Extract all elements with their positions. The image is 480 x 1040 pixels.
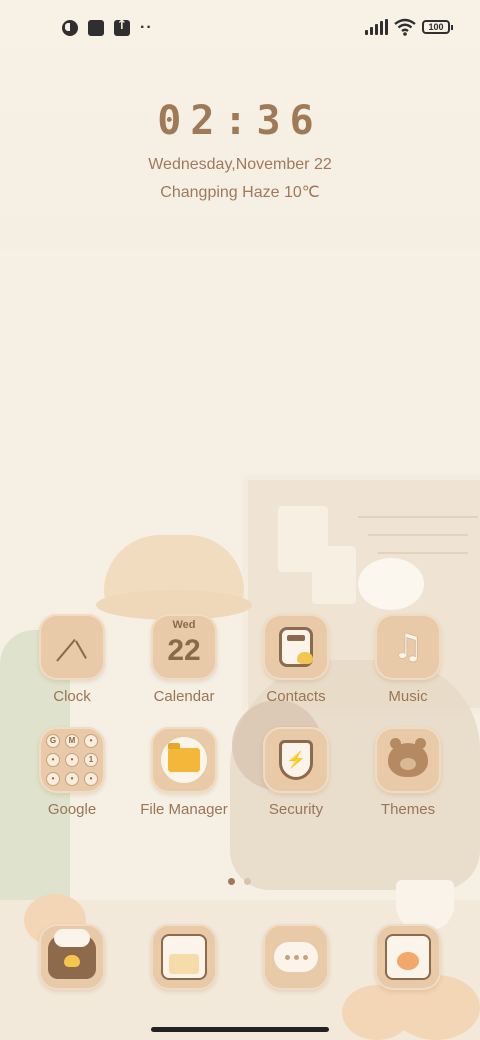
music-icon[interactable]: ♫ [375,614,441,680]
phone-icon[interactable] [39,924,105,990]
clock-widget-date: Wednesday,November 22 [148,156,332,173]
home-indicator[interactable] [151,1027,329,1032]
calendar-date: 22 [167,634,201,667]
dock-camera[interactable] [352,924,464,990]
app-google-folder[interactable]: G M • • • 1 • • • Google [16,727,128,818]
signal-icon [365,19,388,35]
app-file-manager[interactable]: File Manager [128,727,240,818]
folder-app-icon: M [65,734,79,748]
dock [16,924,464,990]
calendar-icon[interactable]: Wed 22 [151,614,217,680]
clock-widget-time[interactable]: 02:36 [0,98,480,144]
dock-messages[interactable] [240,924,352,990]
folder-app-icon: • [65,772,79,786]
folder-app-icon: • [84,772,98,786]
folder-app-icon: • [65,753,79,767]
bear-icon[interactable] [375,727,441,793]
upload-icon [114,18,130,36]
app-grid: Clock Wed 22 Calendar Contacts ♫ Music G… [16,614,464,818]
clock-icon[interactable] [39,614,105,680]
folder-app-icon: 1 [84,753,98,767]
app-label: Security [268,801,324,818]
app-label: File Manager [140,801,228,818]
app-calendar[interactable]: Wed 22 Calendar [128,614,240,705]
app-clock[interactable]: Clock [16,614,128,705]
app-security[interactable]: ⚡ Security [240,727,352,818]
messages-icon[interactable] [263,924,329,990]
app-label: Calendar [153,688,215,705]
wifi-icon [394,18,416,36]
app-label: Contacts [266,688,326,705]
page-dot[interactable] [244,878,251,885]
dock-phone[interactable] [16,924,128,990]
app-themes[interactable]: Themes [352,727,464,818]
dock-gallery[interactable] [128,924,240,990]
folder-icon[interactable] [151,727,217,793]
weather-info[interactable]: Changping Haze 10℃ [0,182,480,202]
app-label: Clock [53,688,91,705]
app-contacts[interactable]: Contacts [240,614,352,705]
folder-app-icon: • [46,753,60,767]
app-label: Themes [380,801,436,818]
contacts-icon[interactable] [263,614,329,680]
folder-app-icon: G [46,734,60,748]
folder-app-icon: • [84,734,98,748]
app-label: Music [388,688,428,705]
page-dot-active[interactable] [228,878,235,885]
google-folder-icon[interactable]: G M • • • 1 • • • [39,727,105,793]
calendar-day: Wed [172,619,196,631]
status-bar: ·· 100 [0,0,480,56]
shield-icon[interactable]: ⚡ [263,727,329,793]
square-app-icon [88,20,104,36]
page-indicator[interactable] [228,878,251,885]
gallery-icon[interactable] [151,924,217,990]
notification-circle-icon [62,20,78,36]
battery-icon: 100 [422,20,453,34]
app-music[interactable]: ♫ Music [352,614,464,705]
camera-icon[interactable] [375,924,441,990]
more-notifications-icon: ·· [140,19,153,36]
folder-app-icon: • [46,772,60,786]
app-label: Google [47,801,97,818]
